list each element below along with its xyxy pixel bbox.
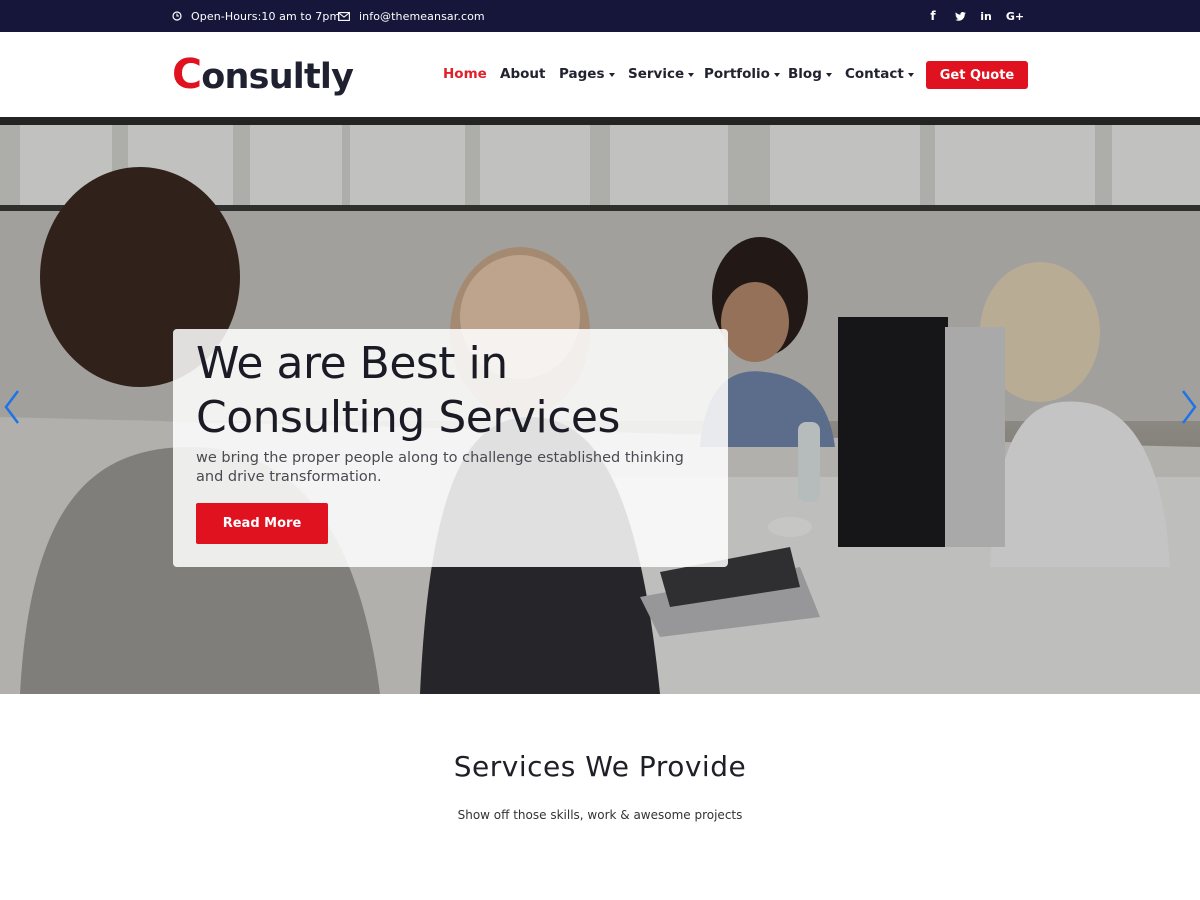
nav-contact[interactable]: Contact bbox=[845, 63, 914, 85]
contact-email-text[interactable]: info@themeansar.com bbox=[359, 10, 485, 23]
site-header: Consultly Home About Pages Service Portf… bbox=[0, 32, 1200, 117]
get-quote-button[interactable]: Get Quote bbox=[926, 61, 1028, 89]
nav-blog-label[interactable]: Blog bbox=[788, 66, 822, 82]
google-plus-icon[interactable]: G+ bbox=[1006, 10, 1024, 23]
caret-down-icon bbox=[688, 72, 695, 77]
hero-slider: We are Best in Consulting Services we br… bbox=[0, 117, 1200, 694]
slider-next-arrow[interactable] bbox=[1177, 387, 1200, 427]
nav-about[interactable]: About bbox=[500, 63, 545, 85]
nav-portfolio-label[interactable]: Portfolio bbox=[704, 66, 770, 82]
caret-down-icon bbox=[907, 72, 914, 77]
opening-hours-text: Open-Hours:10 am to 7pm bbox=[191, 9, 341, 23]
logo-text[interactable]: onsultly bbox=[201, 57, 354, 97]
top-bar: Open-Hours:10 am to 7pm info@themeansar.… bbox=[0, 0, 1200, 32]
twitter-link[interactable] bbox=[950, 0, 970, 32]
slider-prev-arrow[interactable] bbox=[0, 387, 24, 427]
chevron-left-icon[interactable] bbox=[3, 389, 21, 425]
caret-down-icon bbox=[825, 72, 832, 77]
services-subtitle: Show off those skills, work & awesome pr… bbox=[457, 808, 743, 822]
hero-title: We are Best in Consulting Services bbox=[196, 338, 620, 443]
nav-portfolio[interactable]: Portfolio bbox=[704, 63, 780, 85]
linkedin-icon[interactable]: in bbox=[980, 10, 992, 23]
contact-email[interactable]: info@themeansar.com bbox=[338, 0, 485, 32]
nav-pages-label[interactable]: Pages bbox=[559, 66, 605, 82]
nav-service-label[interactable]: Service bbox=[628, 66, 684, 82]
twitter-icon[interactable] bbox=[954, 11, 966, 21]
logo[interactable]: Consultly bbox=[172, 50, 354, 98]
nav-home[interactable]: Home bbox=[443, 63, 487, 85]
facebook-link[interactable]: f bbox=[923, 0, 943, 32]
services-title: Services We Provide bbox=[453, 750, 747, 783]
linkedin-link[interactable]: in bbox=[976, 0, 996, 32]
caret-down-icon bbox=[608, 72, 615, 77]
chevron-right-icon[interactable] bbox=[1180, 389, 1198, 425]
hero-caption-card: We are Best in Consulting Services we br… bbox=[173, 329, 728, 567]
clock-icon bbox=[172, 11, 182, 21]
facebook-icon[interactable]: f bbox=[930, 9, 935, 23]
read-more-button[interactable]: Read More bbox=[196, 503, 328, 544]
google-plus-link[interactable]: G+ bbox=[1005, 0, 1025, 32]
nav-about-label[interactable]: About bbox=[500, 66, 545, 82]
nav-pages[interactable]: Pages bbox=[559, 63, 615, 85]
nav-service[interactable]: Service bbox=[628, 63, 695, 85]
nav-home-label[interactable]: Home bbox=[443, 66, 487, 82]
logo-initial[interactable]: C bbox=[172, 50, 202, 98]
nav-contact-label[interactable]: Contact bbox=[845, 66, 904, 82]
opening-hours: Open-Hours:10 am to 7pm bbox=[172, 0, 340, 32]
nav-blog[interactable]: Blog bbox=[788, 63, 832, 85]
hero-description: we bring the proper people along to chal… bbox=[196, 450, 684, 485]
envelope-icon bbox=[338, 11, 350, 21]
caret-down-icon bbox=[773, 72, 780, 77]
